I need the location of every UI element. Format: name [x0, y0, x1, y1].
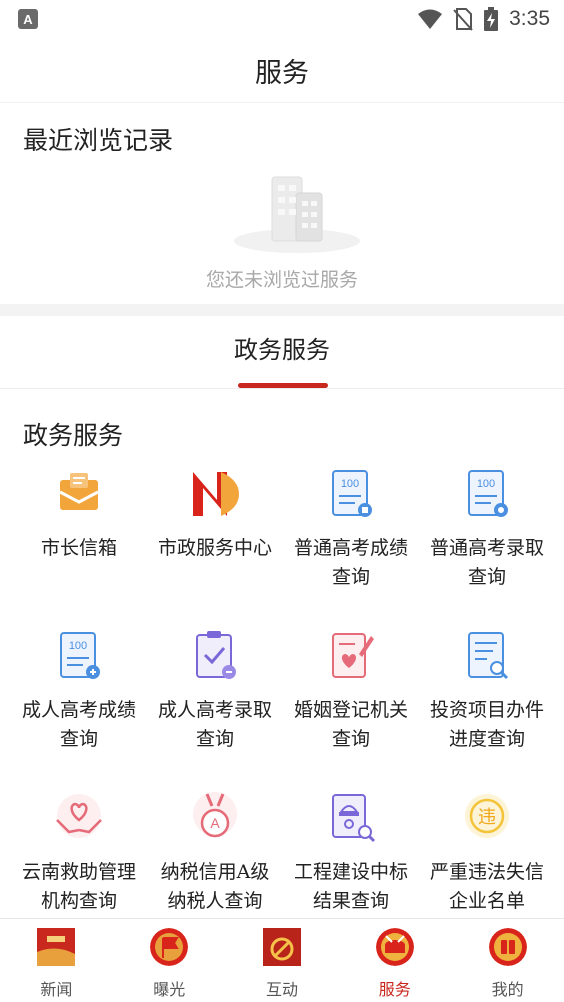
service-label: 成人高考录取查询 [157, 699, 272, 750]
service-label: 纳税信用A级纳税人查询 [160, 861, 270, 912]
tab-government-services[interactable]: 政务服务 [0, 330, 564, 365]
status-bar: A 3:35 [0, 0, 564, 38]
svg-text:A: A [210, 815, 220, 831]
service-item-adult-exam-score[interactable]: 100 成人高考成绩查询 [11, 622, 147, 784]
tab-active-indicator [238, 383, 328, 388]
service-item-mayor-mailbox[interactable]: 市长信箱 [11, 460, 147, 622]
service-item-adult-exam-admission[interactable]: 成人高考录取查询 [147, 622, 283, 784]
recent-history-section: 最近浏览记录 您还未浏览过服务 [0, 102, 564, 304]
title-bar: 服务 [0, 38, 564, 102]
service-center-logo-icon [193, 472, 239, 516]
interaction-icon [262, 928, 301, 966]
nav-item-profile[interactable]: 我的 [451, 919, 564, 1002]
violation-badge-icon: 违 [465, 794, 509, 838]
nav-item-service[interactable]: 服务 [338, 919, 451, 1002]
battery-charging-icon [484, 7, 499, 31]
service-item-marriage-registration[interactable]: 婚姻登记机关查询 [283, 622, 419, 784]
mailbox-icon [59, 473, 99, 510]
service-drum-icon [375, 928, 414, 966]
service-label: 市长信箱 [40, 537, 117, 559]
nav-label: 新闻 [40, 980, 73, 999]
nav-label: 我的 [491, 980, 524, 999]
recent-history-title: 最近浏览记录 [23, 126, 174, 155]
page-title: 服务 [255, 57, 309, 89]
marriage-registration-icon [332, 633, 374, 678]
construction-bid-icon [332, 794, 376, 843]
nav-item-interaction[interactable]: 互动 [226, 919, 339, 1002]
empty-history-text: 您还未浏览过服务 [205, 269, 358, 291]
svg-text:100: 100 [69, 640, 87, 652]
status-time: 3:35 [509, 7, 550, 30]
exam-score-icon: 100 [332, 470, 372, 517]
service-label: 云南救助管理机构查询 [21, 861, 136, 912]
exposure-flag-icon [150, 928, 189, 966]
bottom-nav: 新闻 曝光 互动 服务 我的 [0, 918, 564, 1002]
profile-icon [488, 928, 527, 966]
svg-text:违: 违 [478, 807, 496, 828]
service-label: 成人高考成绩查询 [21, 699, 136, 750]
nav-label: 服务 [378, 980, 411, 999]
service-label: 普通高考成绩查询 [293, 537, 408, 588]
tax-credit-medal-icon: A [193, 792, 237, 838]
no-sim-icon [453, 8, 473, 31]
nav-item-news[interactable]: 新闻 [0, 919, 113, 1002]
news-icon [37, 928, 76, 966]
nav-label: 曝光 [153, 980, 186, 999]
tab-bar: 政务服务 [0, 316, 564, 389]
service-label: 市政服务中心 [157, 537, 272, 559]
adult-exam-admission-icon [196, 631, 236, 679]
service-item-exam-admission[interactable]: 100 普通高考录取查询 [419, 460, 555, 622]
nav-label: 互动 [265, 980, 298, 999]
service-label: 婚姻登记机关查询 [293, 699, 408, 750]
service-item-municipal-center[interactable]: 市政服务中心 [147, 460, 283, 622]
service-label: 工程建设中标结果查询 [293, 861, 408, 912]
exam-admission-icon: 100 [468, 470, 508, 517]
adult-exam-score-icon: 100 [60, 632, 100, 679]
investment-progress-icon [468, 632, 509, 680]
svg-text:100: 100 [477, 478, 495, 490]
svg-text:100: 100 [341, 478, 359, 490]
rescue-hands-heart-icon [56, 794, 102, 838]
service-label: 严重违法失信企业名单 [429, 861, 544, 912]
service-item-investment-progress[interactable]: 投资项目办件进度查询 [419, 622, 555, 784]
service-item-exam-score[interactable]: 100 普通高考成绩查询 [283, 460, 419, 622]
section-divider [0, 304, 564, 316]
service-label: 普通高考录取查询 [429, 537, 544, 588]
wifi-icon [418, 9, 443, 29]
section-title: 政务服务 [23, 421, 124, 450]
app-notification-icon: A [18, 9, 38, 29]
nav-item-exposure[interactable]: 曝光 [113, 919, 226, 1002]
empty-buildings-icon [234, 176, 360, 253]
service-label: 投资项目办件进度查询 [429, 699, 544, 750]
